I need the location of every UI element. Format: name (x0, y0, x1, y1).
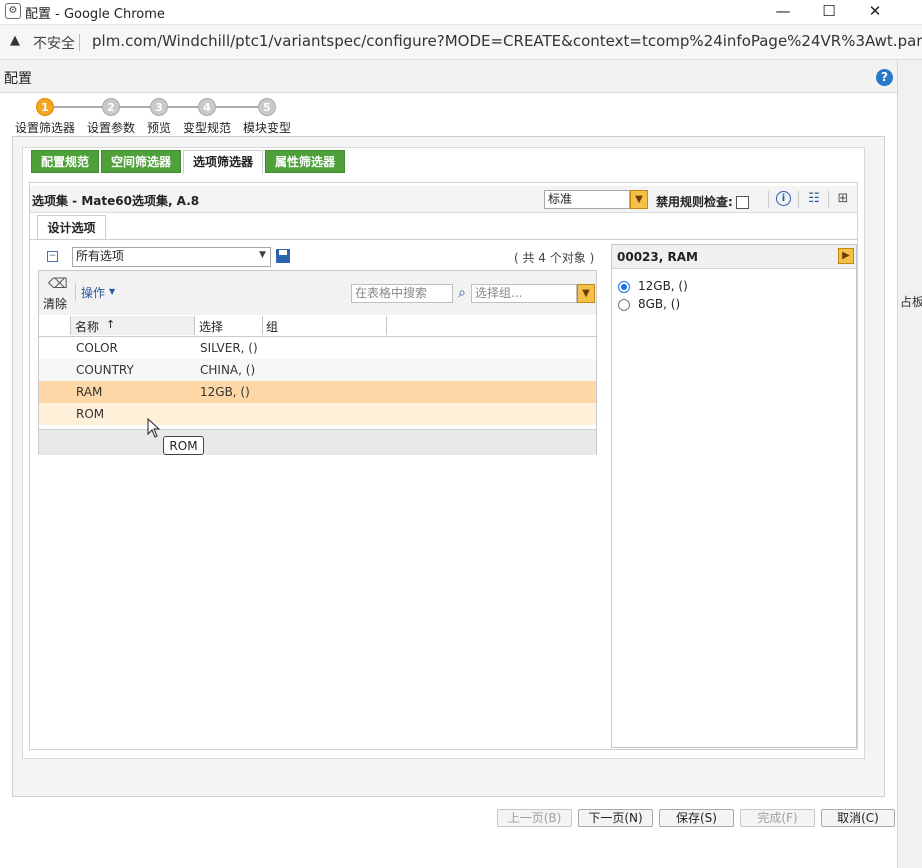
info-icon[interactable]: i (776, 191, 791, 206)
wizard-connector (168, 106, 198, 108)
save-icon-label (279, 250, 287, 255)
toolbar-divider (828, 191, 829, 208)
option-detail-title: 00023, RAM (617, 250, 698, 264)
row-choice: SILVER, () (200, 341, 258, 355)
row-choice: 12GB, () (200, 385, 250, 399)
group-select-dropdown-icon[interactable]: ▼ (577, 284, 595, 303)
radio-12gb-label[interactable]: 12GB, () (638, 279, 688, 293)
collapse-panel-icon[interactable]: ▶ (838, 248, 854, 264)
wizard-connector (54, 106, 104, 108)
disable-rule-check-checkbox[interactable] (736, 196, 749, 209)
sort-ascending-icon[interactable]: ↑ (106, 318, 115, 331)
column-separator[interactable] (262, 316, 263, 335)
save-filter-icon[interactable] (276, 249, 290, 263)
structure-icon[interactable]: ☷ (806, 191, 822, 207)
option-detail-panel (611, 244, 857, 748)
mouse-cursor-icon (147, 418, 161, 438)
wizard-step-3-label[interactable]: 预览 (147, 119, 171, 136)
url-text[interactable]: plm.com/Windchill/ptc1/variantspec/confi… (92, 32, 922, 50)
close-window-button[interactable]: ✕ (852, 0, 898, 24)
tab-attribute-filter[interactable]: 属性筛选器 (265, 150, 345, 173)
table-row[interactable]: COUNTRY CHINA, () (39, 359, 596, 381)
tab-design-options[interactable]: 设计选项 (37, 215, 106, 240)
column-separator[interactable] (194, 316, 195, 335)
wizard-step-5-label[interactable]: 模块变型 (243, 119, 291, 136)
tab-config-spec[interactable]: 配置规范 (31, 150, 99, 173)
radio-8gb-label[interactable]: 8GB, () (638, 297, 680, 311)
table-row-selected[interactable]: RAM 12GB, () (39, 381, 596, 403)
wizard-step-2-icon[interactable]: 2 (102, 98, 120, 116)
table-row-hover[interactable]: ROM (39, 403, 596, 425)
wizard-step-3-icon[interactable]: 3 (150, 98, 168, 116)
radio-8gb[interactable] (618, 299, 630, 311)
wizard-step-2-label[interactable]: 设置参数 (87, 119, 135, 136)
column-separator[interactable] (386, 316, 387, 335)
warning-icon[interactable]: ▲ (10, 33, 20, 48)
column-header-name[interactable]: 名称 (75, 318, 99, 335)
subtab-divider (30, 239, 857, 240)
next-page-button[interactable]: 下一页(N) (578, 809, 653, 827)
row-choice: CHINA, () (200, 363, 256, 377)
background-cut-text: 占板材 (900, 295, 922, 309)
wizard-step-4-label[interactable]: 变型规范 (183, 119, 231, 136)
view-select[interactable]: 标准 (544, 190, 630, 209)
tab-spatial-filter[interactable]: 空间筛选器 (101, 150, 181, 173)
column-header-group[interactable]: 组 (266, 318, 278, 335)
page-title: 配置 (4, 71, 32, 87)
page-header: 配置 (0, 60, 897, 93)
save-button[interactable]: 保存(S) (659, 809, 734, 827)
table-search-input[interactable]: 在表格中搜索 (351, 284, 453, 303)
option-detail-header: 00023, RAM ▶ (612, 245, 856, 269)
background-window-strip: 占板材 (897, 60, 922, 868)
window-title: 配置 - Google Chrome (25, 7, 165, 22)
toolbar-divider (75, 283, 76, 301)
toolbar-divider (798, 191, 799, 208)
help-icon[interactable]: ? (876, 69, 893, 86)
table-row[interactable]: COLOR SILVER, () (39, 337, 596, 359)
row-name: RAM (76, 385, 103, 399)
table-footer (39, 429, 596, 455)
object-count: ( 共 4 个对象 ) (514, 251, 595, 265)
search-icon[interactable]: ⌕ (454, 284, 470, 303)
address-bar[interactable]: ▲ 不安全 plm.com/Windchill/ptc1/variantspec… (0, 25, 922, 60)
wizard-step-1-label[interactable]: 设置筛选器 (15, 119, 75, 136)
toolbar-divider (768, 191, 769, 208)
address-divider (79, 34, 80, 51)
option-set-title: 选项集 - Mate60选项集, A.8 (32, 194, 200, 208)
actions-menu[interactable]: 操作 (81, 284, 105, 301)
row-name: ROM (76, 407, 105, 421)
collapse-icon[interactable]: − (47, 251, 58, 262)
eraser-icon[interactable]: ⌫ (48, 276, 68, 292)
minimize-button[interactable]: — (760, 0, 806, 24)
disable-rule-check-label: 禁用规则检查: (656, 195, 733, 209)
tab-option-filter[interactable]: 选项筛选器 (183, 150, 263, 174)
prev-page-button[interactable]: 上一页(B) (497, 809, 572, 827)
option-filter-select[interactable]: 所有选项 (72, 247, 271, 267)
row-name: COUNTRY (76, 363, 134, 377)
wizard-connector (216, 106, 258, 108)
row-tooltip: ROM (163, 436, 204, 455)
column-separator[interactable] (70, 316, 71, 335)
group-select[interactable]: 选择组... (471, 284, 577, 303)
clear-button[interactable]: 清除 (43, 295, 67, 312)
cancel-button[interactable]: 取消(C) (821, 809, 895, 827)
radio-12gb[interactable] (618, 281, 630, 293)
maximize-button[interactable]: ☐ (806, 0, 852, 24)
view-select-dropdown-icon[interactable]: ▼ (630, 190, 648, 209)
row-name: COLOR (76, 341, 118, 355)
settings-gear-icon: ⚙ (5, 3, 21, 19)
column-header-choice[interactable]: 选择 (199, 318, 223, 335)
wizard-step-1-icon[interactable]: 1 (36, 98, 54, 116)
wizard-connector (120, 106, 150, 108)
wizard-step-4-icon[interactable]: 4 (198, 98, 216, 116)
window-titlebar: ⚙ 配置 - Google Chrome — ☐ ✕ (0, 0, 922, 25)
actions-dropdown-icon[interactable]: ▼ (109, 287, 115, 296)
tree-view-icon[interactable]: ⊞ (835, 191, 851, 207)
filter-select-arrow-icon[interactable]: ▼ (259, 250, 266, 260)
finish-button[interactable]: 完成(F) (740, 809, 815, 827)
wizard-step-5-icon[interactable]: 5 (258, 98, 276, 116)
insecure-label[interactable]: 不安全 (33, 33, 75, 53)
